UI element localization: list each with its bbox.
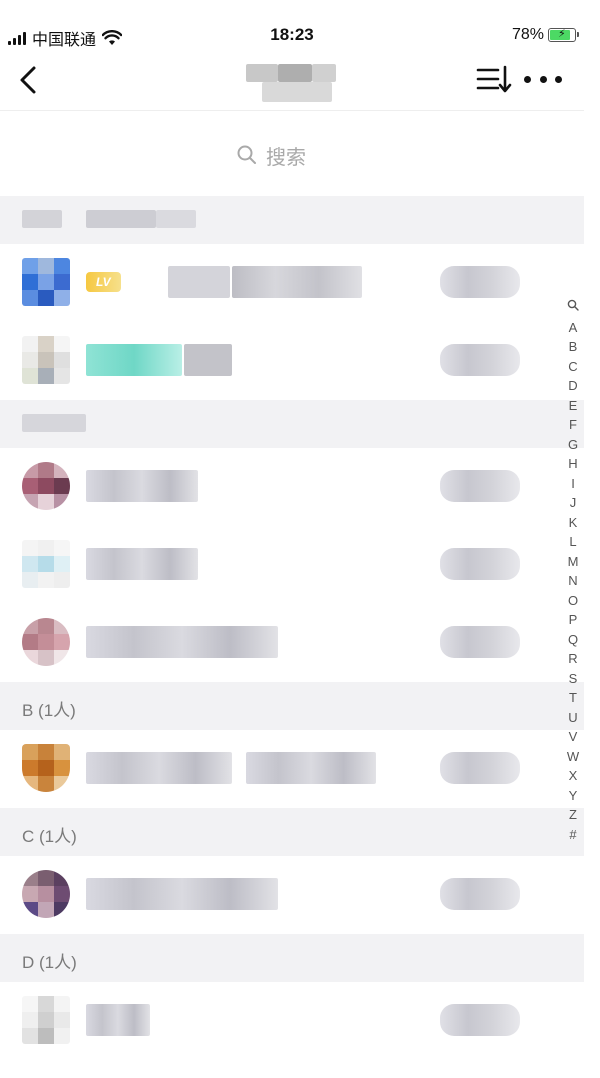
index-letter[interactable]: Y <box>569 786 578 806</box>
name-redacted <box>246 752 376 784</box>
avatar <box>22 540 70 588</box>
index-letter[interactable]: E <box>569 396 578 416</box>
index-letter[interactable]: P <box>569 610 578 630</box>
name-redacted <box>86 1004 150 1036</box>
more-dots-icon[interactable] <box>524 64 562 94</box>
index-letter[interactable]: A <box>569 318 578 338</box>
index-letter[interactable]: K <box>569 513 578 533</box>
search-placeholder: 搜索 <box>266 146 306 169</box>
list-item[interactable] <box>0 322 584 400</box>
index-search-icon[interactable] <box>567 298 579 318</box>
search-area: 搜索 <box>0 110 584 196</box>
avatar <box>22 258 70 306</box>
nav-bar <box>0 50 584 110</box>
avatar <box>22 870 70 918</box>
group-header-c: C (1人) <box>0 808 584 856</box>
battery-icon: ⚡ <box>548 28 579 42</box>
index-letter[interactable]: Z <box>569 805 577 825</box>
search-input[interactable]: 搜索 <box>236 141 306 169</box>
role-tag-redacted <box>440 344 520 376</box>
status-right: 78% ⚡ <box>511 26 579 44</box>
index-letter[interactable]: X <box>569 766 578 786</box>
role-tag-redacted <box>440 548 520 580</box>
role-tag-redacted <box>440 470 520 502</box>
list-item[interactable] <box>0 982 584 1060</box>
list-item[interactable]: LV <box>0 244 584 322</box>
name-redacted <box>86 878 278 910</box>
battery-percent: 78% <box>511 26 544 43</box>
group-header-admins <box>0 196 584 244</box>
phone-screen: 中国联通 18:23 78% ⚡ 搜索 LV B (1人) C (1人) D (… <box>0 20 584 1060</box>
role-tag-redacted <box>440 752 520 784</box>
role-tag-redacted <box>440 266 520 298</box>
alphabet-index-bar[interactable]: A B C D E F G H I J K L M N O P Q R S T U V W X Y Z # <box>564 298 582 844</box>
list-item[interactable] <box>0 856 584 934</box>
role-tag-redacted <box>440 626 520 658</box>
status-time: 18:23 <box>270 25 314 44</box>
avatar <box>22 996 70 1044</box>
index-letter[interactable]: J <box>570 493 577 513</box>
index-letter[interactable]: T <box>569 688 577 708</box>
role-tag-redacted <box>440 1004 520 1036</box>
index-letter[interactable]: # <box>569 825 576 845</box>
index-letter[interactable]: U <box>568 708 577 728</box>
index-letter[interactable]: L <box>569 532 576 552</box>
sort-list-icon[interactable] <box>476 64 512 94</box>
index-letter[interactable]: M <box>568 552 579 572</box>
index-letter[interactable]: F <box>569 415 577 435</box>
group-label: D (1人) <box>22 953 77 972</box>
group-header-members <box>0 400 584 448</box>
avatar <box>22 618 70 666</box>
role-tag-redacted <box>440 878 520 910</box>
list-item[interactable] <box>0 526 584 604</box>
name-redacted <box>86 626 278 658</box>
member-list: LV B (1人) C (1人) D (1人) <box>0 196 584 1060</box>
index-letter[interactable]: G <box>568 435 578 455</box>
level-badge: LV <box>86 272 121 292</box>
name-redacted <box>86 470 198 502</box>
index-letter[interactable]: N <box>568 571 577 591</box>
list-item[interactable] <box>0 448 584 526</box>
index-letter[interactable]: C <box>568 357 577 377</box>
index-letter[interactable]: I <box>571 474 575 494</box>
group-header-d: D (1人) <box>0 934 584 982</box>
status-bar: 中国联通 18:23 78% ⚡ <box>0 20 584 50</box>
back-chevron-icon[interactable] <box>16 64 44 96</box>
group-label: C (1人) <box>22 827 77 846</box>
group-label: B (1人) <box>22 701 76 720</box>
avatar <box>22 744 70 792</box>
index-letter[interactable]: D <box>568 376 577 396</box>
group-header-b: B (1人) <box>0 682 584 730</box>
index-letter[interactable]: S <box>569 669 578 689</box>
avatar <box>22 336 70 384</box>
avatar <box>22 462 70 510</box>
title-badge <box>86 344 182 376</box>
index-letter[interactable]: O <box>568 591 578 611</box>
nav-title-redacted <box>232 62 344 106</box>
index-letter[interactable]: W <box>567 747 579 767</box>
list-item[interactable] <box>0 604 584 682</box>
search-icon <box>237 145 256 164</box>
index-letter[interactable]: V <box>569 727 578 747</box>
index-letter[interactable]: B <box>569 337 578 357</box>
name-redacted <box>86 752 232 784</box>
list-item[interactable] <box>0 730 584 808</box>
index-letter[interactable]: R <box>568 649 577 669</box>
index-letter[interactable]: H <box>568 454 577 474</box>
name-redacted <box>86 548 198 580</box>
index-letter[interactable]: Q <box>568 630 578 650</box>
